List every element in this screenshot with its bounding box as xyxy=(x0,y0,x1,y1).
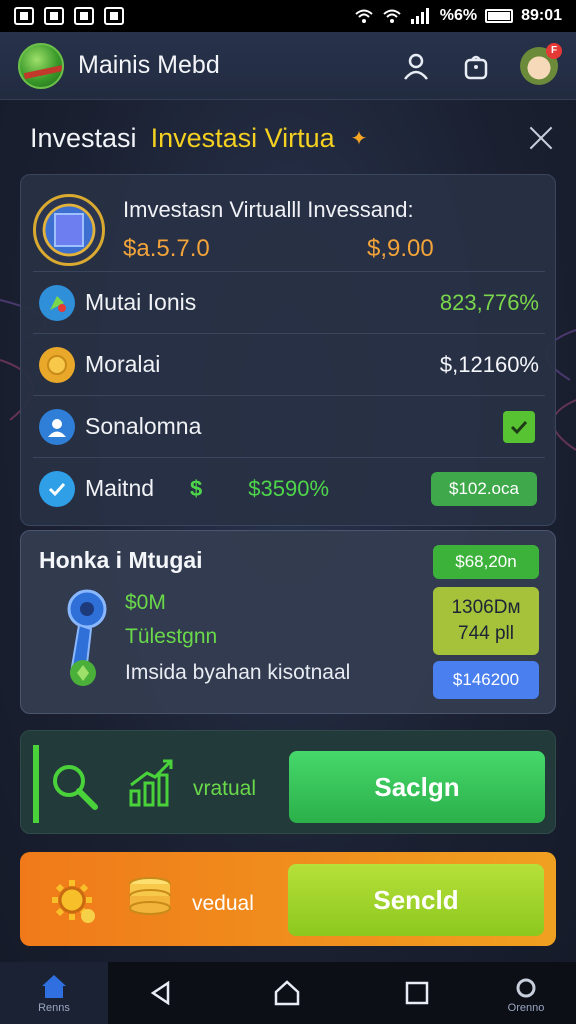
key-icon xyxy=(67,589,107,686)
bookmark-icon xyxy=(74,7,94,25)
promo-badge-green[interactable]: $68,20n xyxy=(433,545,539,579)
row-value: 823,776% xyxy=(439,289,539,315)
building-icon xyxy=(33,194,105,266)
shop-button[interactable] xyxy=(460,50,492,82)
sparkle-icon: ✦ xyxy=(350,127,368,150)
bottom-navigation: Renns Orenno xyxy=(0,962,576,1024)
home-outline-icon xyxy=(274,980,300,1006)
list-item[interactable]: Moralai $,12160% xyxy=(33,333,545,395)
app-header: Mainis Mebd F xyxy=(0,32,576,100)
app-title: Mainis Mebd xyxy=(78,51,220,79)
profile-button[interactable] xyxy=(400,50,432,82)
promo-badge-olive-line1: 1306Dм xyxy=(451,597,521,618)
user-icon xyxy=(404,53,428,80)
action-row-search: vratual Saclgn xyxy=(20,730,556,834)
compass-icon xyxy=(39,284,75,321)
action-row-send: vedual Sencld xyxy=(20,852,556,946)
row-label: Moralai xyxy=(85,351,161,377)
action-label: vedual xyxy=(192,892,254,915)
row-value: $3590% xyxy=(248,475,330,501)
promo-badge-olive[interactable]: 1306Dм 744 pll xyxy=(433,587,539,655)
wifi-icon-2 xyxy=(383,9,401,23)
nav-home-tab[interactable]: Renns xyxy=(0,962,108,1024)
action-label: vratual xyxy=(193,777,257,800)
mail-icon xyxy=(44,7,64,25)
row-label: Sonalomna xyxy=(85,413,202,439)
notification-badge: F xyxy=(546,42,562,59)
dialog-title-row: Investasi Investasi Virtua ✦ xyxy=(30,116,560,160)
list-item[interactable]: Sonalomna xyxy=(33,395,545,457)
list-item[interactable]: Mutai Ionis 823,776% xyxy=(33,271,545,333)
home-icon xyxy=(42,975,66,998)
clock: 89:01 xyxy=(521,7,562,24)
coin-stack-icon xyxy=(129,877,171,915)
avatar[interactable]: F xyxy=(520,42,562,85)
row-label: Mutai Ionis xyxy=(85,289,197,315)
circle-icon xyxy=(516,978,536,998)
dialog-title: Investasi xyxy=(30,122,137,153)
promo-card: Honka i Mtugai $0M Tülestgnn Imsida byah… xyxy=(20,530,556,714)
wifi-icon xyxy=(355,9,373,23)
person-icon xyxy=(39,408,75,445)
promo-badge-blue[interactable]: $146200 xyxy=(433,661,539,699)
growth-chart-icon xyxy=(129,759,173,807)
row-checkbox[interactable] xyxy=(503,410,535,443)
square-icon xyxy=(405,981,429,1005)
nav-settings-label: Orenno xyxy=(507,1002,545,1014)
promo-title: Honka i Mtugai xyxy=(39,547,203,573)
battery-icon xyxy=(485,9,514,23)
magnifier-icon xyxy=(53,765,98,810)
battery-percent: %6% xyxy=(439,7,478,24)
summary-value-1: $a.5.7.0 xyxy=(123,235,210,262)
notification-icon xyxy=(14,7,34,25)
status-bar: %6% 89:01 xyxy=(0,0,576,32)
promo-description: Imsida byahan kisotnaal xyxy=(125,661,351,684)
dialog-subtitle: Investasi Virtua xyxy=(150,122,335,153)
home-button[interactable] xyxy=(270,976,304,1010)
promo-amount: $0M xyxy=(125,591,166,614)
check-icon xyxy=(510,420,528,434)
row-value: $,12160% xyxy=(439,351,539,377)
nav-settings-tab[interactable]: Orenno xyxy=(496,970,556,1020)
investment-summary: Imvestasn Virtualll Invessand: $a.5.7.0 … xyxy=(33,185,545,275)
check-badge-icon xyxy=(39,470,75,507)
promo-subtitle: Tülestgnn xyxy=(125,625,218,648)
app-logo[interactable] xyxy=(18,42,64,89)
primary-action-button[interactable]: Saclgn xyxy=(289,751,545,823)
nav-home-label: Renns xyxy=(38,1002,70,1014)
back-icon xyxy=(150,980,170,1006)
send-button[interactable]: Sencld xyxy=(288,864,544,936)
gear-icon xyxy=(52,880,95,923)
row-tag-button[interactable]: $102.oca xyxy=(431,471,537,506)
coin-icon xyxy=(39,346,75,383)
summary-value-2: $,9.00 xyxy=(367,235,434,262)
close-button[interactable] xyxy=(526,123,556,153)
recents-button[interactable] xyxy=(400,976,434,1010)
accent-bar xyxy=(33,745,39,823)
signal-icon xyxy=(410,8,429,24)
row-label: Maitnd xyxy=(85,475,155,501)
promo-badge-olive-line2: 744 pll xyxy=(458,623,514,644)
dollar-icon: $ xyxy=(190,475,203,501)
gallery-icon xyxy=(104,7,124,25)
investment-card: Imvestasn Virtualll Invessand: $a.5.7.0 … xyxy=(20,174,556,526)
summary-label: Imvestasn Virtualll Invessand: xyxy=(123,197,414,222)
back-button[interactable] xyxy=(144,976,178,1010)
list-item[interactable]: Maitnd $ $3590% $102.oca xyxy=(33,457,545,519)
bag-icon xyxy=(464,55,488,79)
